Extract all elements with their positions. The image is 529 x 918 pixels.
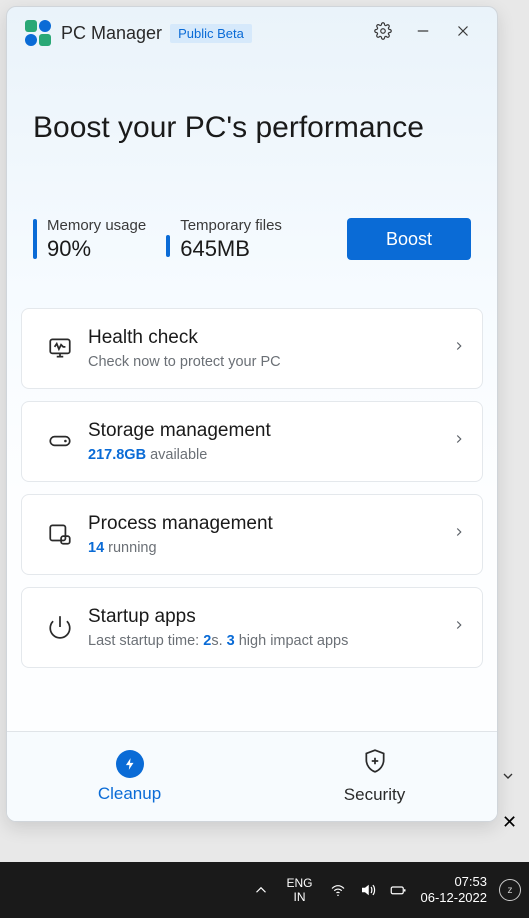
lang-line2: IN	[286, 890, 312, 904]
notification-icon[interactable]: z	[499, 879, 521, 901]
wifi-icon[interactable]	[329, 881, 347, 899]
clock-time: 07:53	[421, 874, 488, 890]
memory-label: Memory usage	[47, 217, 146, 234]
card-title: Health check	[88, 327, 452, 349]
chevron-right-icon	[452, 339, 466, 358]
card-subtitle: 14 running	[88, 540, 452, 556]
process-value: 14	[88, 540, 104, 556]
shield-icon	[362, 748, 388, 779]
indicator-bar-icon	[33, 219, 37, 259]
chevron-right-icon	[452, 618, 466, 637]
hero-section: Boost your PC's performance Memory usage…	[7, 59, 497, 262]
tempfiles-label: Temporary files	[180, 217, 282, 234]
process-suffix: running	[104, 540, 156, 556]
nav-security[interactable]: Security	[252, 732, 497, 821]
card-subtitle: Check now to protect your PC	[88, 354, 452, 370]
pc-manager-window: PC Manager Public Beta Boost your PC's p…	[6, 6, 498, 822]
close-icon	[454, 22, 472, 45]
card-subtitle: 217.8GB available	[88, 447, 452, 463]
card-title: Storage management	[88, 420, 452, 442]
card-subtitle: Last startup time: 2s. 3 high impact app…	[88, 633, 452, 649]
hero-headline: Boost your PC's performance	[33, 109, 471, 147]
minimize-button[interactable]	[403, 15, 443, 51]
storage-management-card[interactable]: Storage management 217.8GB available	[21, 401, 483, 482]
settings-button[interactable]	[363, 15, 403, 51]
feature-cards: Health check Check now to protect your P…	[7, 262, 497, 668]
lang-line1: ENG	[286, 876, 312, 890]
indicator-bar-icon	[166, 235, 170, 257]
card-title: Process management	[88, 513, 452, 535]
bolt-icon	[116, 750, 144, 778]
tempfiles-metric: Temporary files 645MB	[166, 217, 282, 262]
startup-suffix: high impact apps	[235, 633, 349, 649]
nav-cleanup[interactable]: Cleanup	[7, 732, 252, 821]
chevron-right-icon	[452, 525, 466, 544]
nav-security-label: Security	[344, 785, 405, 805]
gear-icon	[374, 22, 392, 45]
startup-apps-card[interactable]: Startup apps Last startup time: 2s. 3 hi…	[21, 587, 483, 668]
startup-impact-value: 3	[227, 633, 235, 649]
clock-date[interactable]: 07:53 06-12-2022	[421, 874, 488, 907]
close-button[interactable]	[443, 15, 483, 51]
process-management-card[interactable]: Process management 14 running	[21, 494, 483, 575]
minimize-icon	[414, 22, 432, 45]
titlebar: PC Manager Public Beta	[7, 7, 497, 59]
dropdown-chevron-icon[interactable]	[500, 768, 516, 784]
startup-prefix: Last startup time:	[88, 633, 203, 649]
bottom-nav: Cleanup Security	[7, 731, 497, 821]
chevron-right-icon	[452, 432, 466, 451]
windows-taskbar: ENG IN 07:53 06-12-2022 z	[0, 862, 529, 918]
app-title: PC Manager	[61, 23, 162, 44]
monitor-heart-icon	[38, 335, 82, 361]
storage-icon	[38, 428, 82, 454]
clock-date-value: 06-12-2022	[421, 890, 488, 906]
app-logo-icon	[25, 20, 51, 46]
tray-overflow-button[interactable]	[252, 881, 270, 899]
process-icon	[38, 521, 82, 547]
beta-badge: Public Beta	[170, 24, 252, 43]
storage-suffix: available	[146, 447, 207, 463]
card-title: Startup apps	[88, 606, 452, 628]
storage-value: 217.8GB	[88, 447, 146, 463]
startup-mid: s.	[211, 633, 226, 649]
language-indicator[interactable]: ENG IN	[286, 876, 312, 905]
nav-cleanup-label: Cleanup	[98, 784, 161, 804]
overlay-close-icon[interactable]: ✕	[502, 812, 517, 833]
memory-value: 90%	[47, 236, 146, 262]
boost-button[interactable]: Boost	[347, 218, 471, 260]
power-icon	[38, 614, 82, 640]
health-check-card[interactable]: Health check Check now to protect your P…	[21, 308, 483, 389]
memory-metric: Memory usage 90%	[33, 217, 146, 262]
tempfiles-value: 645MB	[180, 236, 282, 262]
battery-icon[interactable]	[389, 881, 407, 899]
volume-icon[interactable]	[359, 881, 377, 899]
metrics-row: Memory usage 90% Temporary files 645MB B…	[33, 217, 471, 262]
